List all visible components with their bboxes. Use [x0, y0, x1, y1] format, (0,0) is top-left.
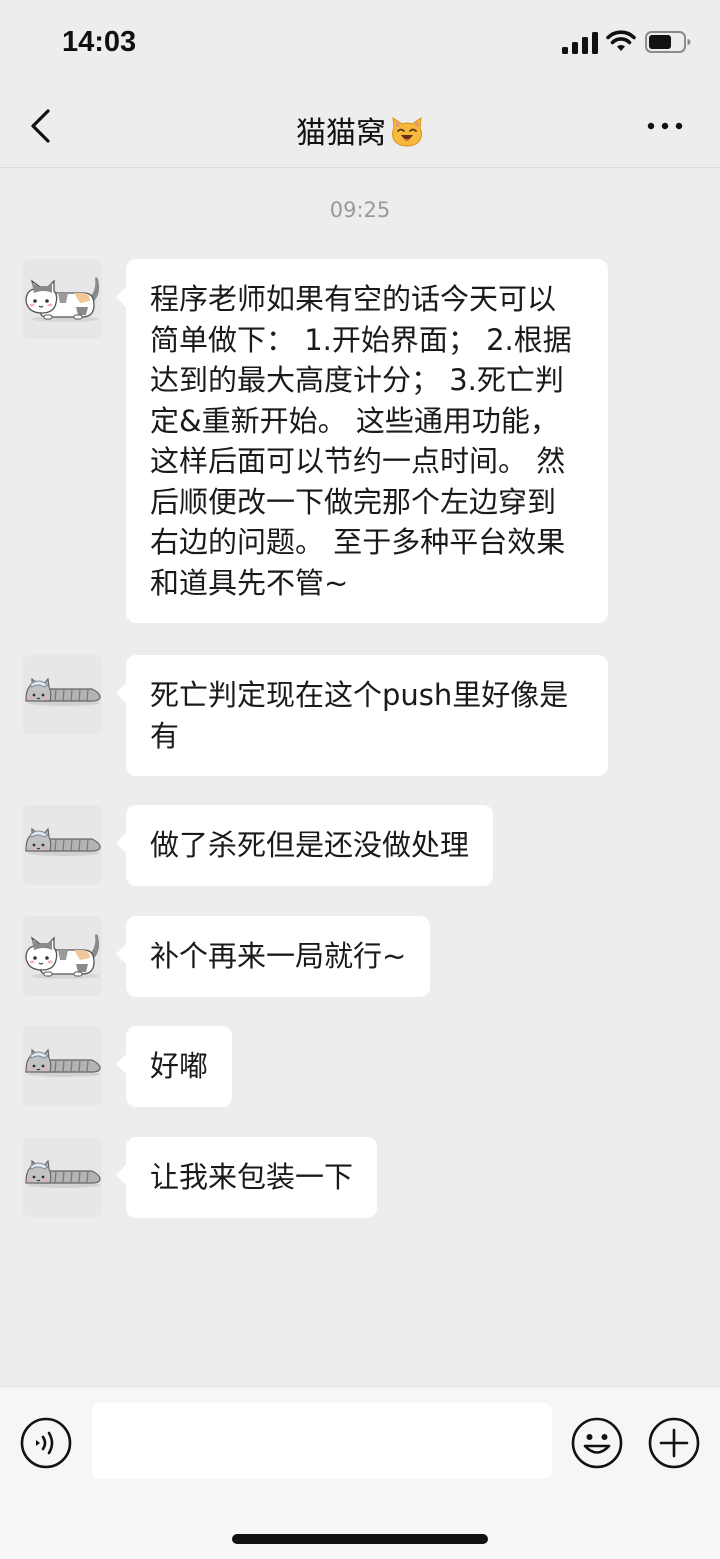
message-bubble[interactable]: 补个再来一局就行~ [115, 916, 431, 997]
message-bubble[interactable]: 程序老师如果有空的话今天可以简单做下： 1.开始界面； 2.根据达到的最大高度计… [116, 259, 608, 623]
battery-icon [645, 31, 691, 53]
chat-title-text: 猫猫窝 [296, 116, 386, 151]
message-bubble[interactable]: 做了杀死但是还没做处理 [115, 805, 494, 886]
wifi-icon [606, 30, 636, 51]
input-bar [0, 1386, 720, 1559]
calico-cat-avatar[interactable] [22, 259, 102, 339]
chat-title: 猫猫窝 [0, 108, 720, 152]
status-time: 14:03 [62, 26, 137, 58]
message-bubble[interactable]: 让我来包装一下 [115, 1137, 378, 1218]
cat-face-emoji-icon [392, 116, 422, 147]
voice-icon[interactable] [20, 1417, 72, 1469]
signal-icon [562, 32, 598, 54]
grey-cat-avatar[interactable] [22, 655, 102, 735]
calico-cat-avatar[interactable] [22, 916, 102, 996]
emoji-icon[interactable] [571, 1417, 623, 1469]
message-input[interactable] [92, 1403, 552, 1479]
home-indicator[interactable] [232, 1534, 488, 1544]
message-bubble[interactable]: 死亡判定现在这个push里好像是有 [116, 655, 608, 776]
grey-cat-avatar[interactable] [22, 805, 102, 885]
more-dots-icon[interactable] [640, 118, 690, 134]
status-bar: 14:03 [0, 0, 720, 84]
plus-icon[interactable] [648, 1417, 700, 1469]
message-bubble[interactable]: 好嘟 [115, 1026, 233, 1107]
grey-cat-avatar[interactable] [22, 1137, 102, 1217]
nav-bar: 猫猫窝 [0, 84, 720, 168]
grey-cat-avatar[interactable] [22, 1026, 102, 1106]
chat-timestamp: 09:25 [329, 198, 391, 222]
